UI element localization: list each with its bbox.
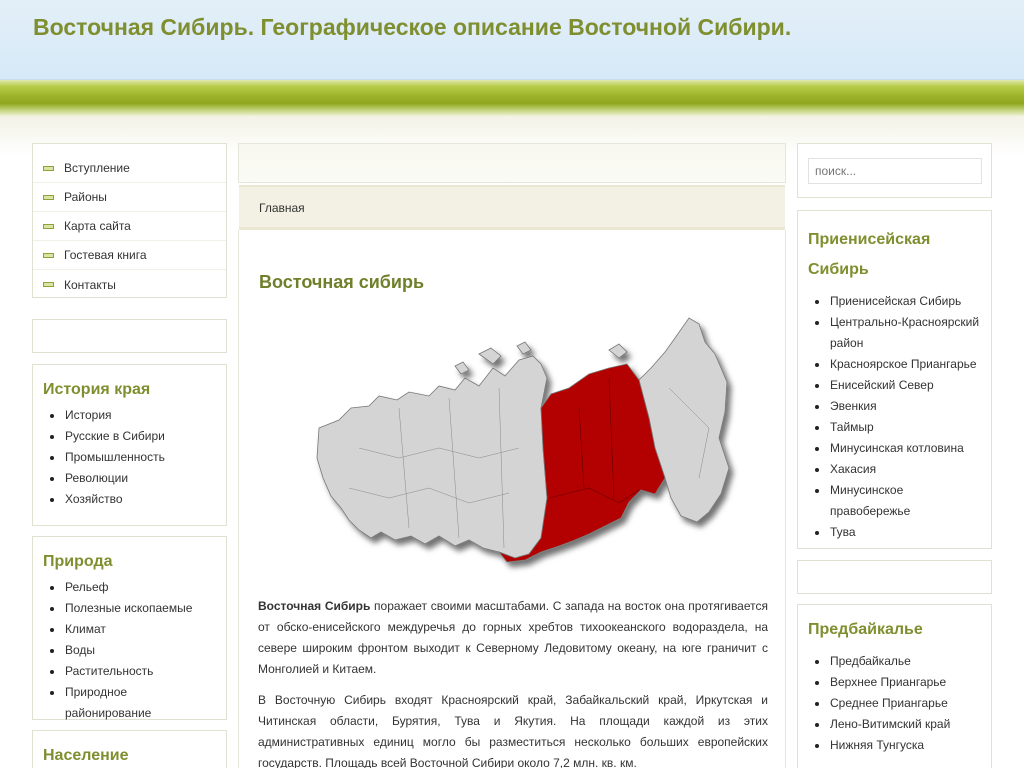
history-link[interactable]: Хозяйство xyxy=(43,489,216,510)
menu-item-label: Вступление xyxy=(64,161,130,175)
site-title[interactable]: Восточная Сибирь. Географическое описани… xyxy=(33,14,791,41)
history-link[interactable]: Промышленность xyxy=(43,447,216,468)
right-empty-panel xyxy=(797,560,992,594)
nature-link[interactable]: Воды xyxy=(43,640,216,661)
prienisey-link[interactable]: Красноярское Приангарье xyxy=(808,354,981,375)
menu-item-sitemap[interactable]: Карта сайта xyxy=(33,212,226,241)
breadcrumb: Главная xyxy=(239,185,785,230)
history-list: История Русские в Сибири Промышленность … xyxy=(43,405,216,510)
predbaikal-panel: Предбайкалье Предбайкалье Верхнее Прианг… xyxy=(797,604,992,768)
menu-item-label: Карта сайта xyxy=(64,219,131,233)
menu-item-label: Районы xyxy=(64,190,107,204)
prienisey-link[interactable]: Центрально-Красноярский район xyxy=(808,312,981,354)
predbaikal-list: Предбайкалье Верхнее Приангарье Среднее … xyxy=(808,651,981,756)
russia-map-image xyxy=(316,317,730,563)
predbaikal-link[interactable]: Среднее Приангарье xyxy=(808,693,981,714)
history-link[interactable]: Русские в Сибири xyxy=(43,426,216,447)
prienisey-link[interactable]: Енисейский Север xyxy=(808,375,981,396)
nature-panel: Природа Рельеф Полезные ископаемые Клима… xyxy=(32,536,227,720)
nature-list: Рельеф Полезные ископаемые Климат Воды Р… xyxy=(43,577,216,724)
content-top-bar xyxy=(238,143,786,183)
header-green-bar xyxy=(0,80,1024,116)
nature-link[interactable]: Природное районирование xyxy=(43,682,216,724)
history-link[interactable]: История xyxy=(43,405,216,426)
nature-link[interactable]: Климат xyxy=(43,619,216,640)
predbaikal-link[interactable]: Нижняя Тунгуска xyxy=(808,735,981,756)
article: Восточная сибирь Восточная Сибирь поража… xyxy=(238,230,786,768)
predbaikal-link[interactable]: Верхнее Приангарье xyxy=(808,672,981,693)
article-strong: Восточная Сибирь xyxy=(258,599,371,613)
prienisey-link[interactable]: Тува xyxy=(808,522,981,543)
article-body: Восточная Сибирь поражает своими масштаб… xyxy=(258,596,768,768)
search-input[interactable] xyxy=(808,158,982,184)
search-panel xyxy=(797,143,992,198)
menu-bullet-icon xyxy=(43,282,54,287)
menu-item-guestbook[interactable]: Гостевая книга xyxy=(33,241,226,270)
history-panel: История края История Русские в Сибири Пр… xyxy=(32,364,227,526)
menu-bullet-icon xyxy=(43,194,54,200)
main-menu: Вступление Районы Карта сайта Гостевая к… xyxy=(32,143,227,298)
history-title: История края xyxy=(43,381,151,398)
menu-bullet-icon xyxy=(43,223,54,229)
article-title: Восточная сибирь xyxy=(259,272,425,292)
nature-link[interactable]: Рельеф xyxy=(43,577,216,598)
prienisey-panel: Приенисейская Сибирь Приенисейская Сибир… xyxy=(797,210,992,549)
menu-item-label: Контакты xyxy=(64,277,116,292)
prienisey-list: Приенисейская Сибирь Центрально-Краснояр… xyxy=(808,291,981,543)
nature-title: Природа xyxy=(43,553,113,570)
menu-bullet-icon xyxy=(43,252,54,258)
site-header: Восточная Сибирь. Географическое описани… xyxy=(0,0,1024,80)
nature-link[interactable]: Растительность xyxy=(43,661,216,682)
predbaikal-title: Предбайкалье xyxy=(808,621,923,638)
prienisey-link[interactable]: Таймыр xyxy=(808,417,981,438)
article-paragraph: В Восточную Сибирь входят Красноярский к… xyxy=(258,693,768,768)
predbaikal-link[interactable]: Лено-Витимский край xyxy=(808,714,981,735)
prienisey-link[interactable]: Эвенкия xyxy=(808,396,981,417)
breadcrumb-home[interactable]: Главная xyxy=(259,201,305,215)
prienisey-link[interactable]: Минусинское правобережье xyxy=(808,480,981,522)
left-empty-panel xyxy=(32,319,227,353)
nature-link[interactable]: Полезные ископаемые xyxy=(43,598,216,619)
population-title: Население xyxy=(43,747,129,764)
prienisey-link[interactable]: Хакасия xyxy=(808,459,981,480)
predbaikal-link[interactable]: Предбайкалье xyxy=(808,651,981,672)
prienisey-title: Приенисейская Сибирь xyxy=(808,231,931,278)
population-panel: Население xyxy=(32,730,227,768)
prienisey-link[interactable]: Приенисейская Сибирь xyxy=(808,291,981,312)
article-paragraph: Восточная Сибирь поражает своими масштаб… xyxy=(258,596,768,680)
history-link[interactable]: Революции xyxy=(43,468,216,489)
menu-item-regions[interactable]: Районы xyxy=(33,183,226,212)
menu-item-intro[interactable]: Вступление xyxy=(33,154,226,183)
menu-item-label: Гостевая книга xyxy=(64,248,147,262)
prienisey-link[interactable]: Минусинская котловина xyxy=(808,438,981,459)
menu-item-contacts[interactable]: Контакты xyxy=(33,270,226,299)
menu-bullet-icon xyxy=(43,165,54,171)
